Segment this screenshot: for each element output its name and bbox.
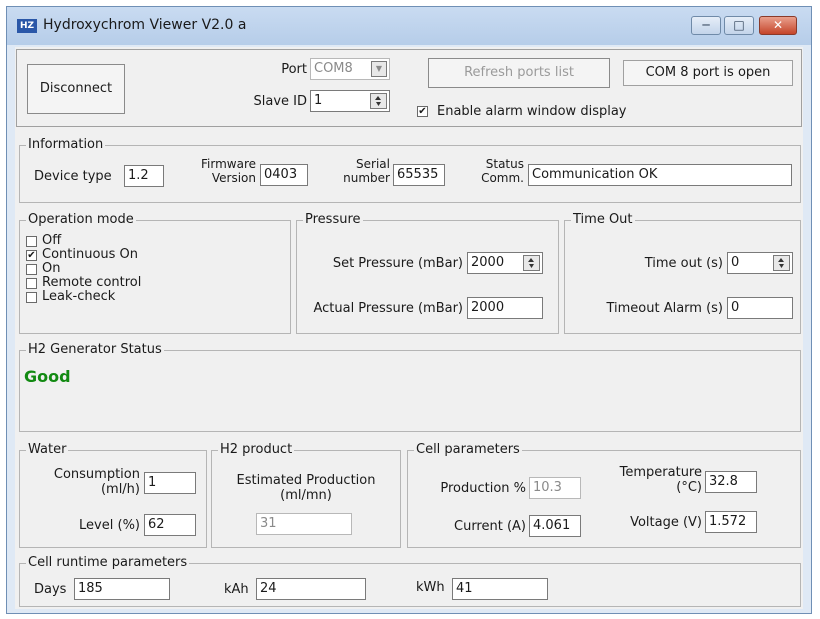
chevron-down-icon[interactable]: ▼ (371, 61, 387, 77)
mode-continuous-label: Continuous On (42, 247, 139, 262)
timeout-group: Time Out Time out (s) 0 Timeout Alarm (s… (564, 212, 801, 334)
close-button[interactable]: ✕ (759, 16, 797, 35)
actual-pressure-label: Actual Pressure (mBar) (313, 301, 463, 316)
status-comm-field[interactable]: Communication OK (528, 164, 792, 186)
set-pressure-input[interactable]: 2000 (467, 252, 543, 274)
spin-updown-icon[interactable] (370, 93, 387, 109)
port-select[interactable]: COM8 ▼ (310, 58, 390, 80)
timeout-value: 0 (731, 255, 740, 270)
runtime-title: Cell runtime parameters (26, 555, 190, 571)
port-label: Port (281, 62, 307, 77)
kwh-field[interactable]: 41 (452, 578, 548, 600)
mode-off-label: Off (42, 233, 62, 248)
production-field[interactable]: 10.3 (529, 477, 581, 499)
days-field[interactable]: 185 (74, 578, 170, 600)
operation-mode-group: Operation mode Off ✔ Continuous On On Re… (19, 212, 291, 334)
app-window: HZ Hydroxychrom Viewer V2.0 a ─ □ ✕ Disc… (6, 6, 812, 614)
check-icon: ✔ (418, 106, 427, 117)
title-bar[interactable]: HZ Hydroxychrom Viewer V2.0 a ─ □ ✕ (7, 7, 811, 45)
consumption-field[interactable]: 1 (144, 472, 196, 494)
runtime-group: Cell runtime parameters Days 185 kAh 24 … (19, 555, 801, 607)
timeout-alarm-field[interactable]: 0 (727, 297, 793, 319)
mode-on-checkbox[interactable] (26, 264, 37, 275)
information-title: Information (26, 137, 106, 153)
firmware-label-2: Version (211, 171, 256, 185)
kah-label: kAh (224, 582, 249, 597)
timeout-label: Time out (s) (644, 256, 723, 271)
generator-status-title: H2 Generator Status (26, 342, 164, 358)
information-group: Information Device type 1.2 Firmware Ver… (19, 137, 801, 203)
check-icon: ✔ (27, 250, 36, 261)
estimated-production-label-2: (ml/mn) (280, 488, 332, 503)
port-status-display: COM 8 port is open (623, 60, 793, 86)
spin-updown-icon[interactable] (523, 255, 540, 271)
alarm-label: Enable alarm window display (437, 104, 627, 119)
estimated-production-field[interactable]: 31 (256, 513, 352, 535)
actual-pressure-field[interactable]: 2000 (467, 297, 543, 319)
production-label: Production % (440, 481, 526, 496)
serial-label-1: Serial (356, 157, 390, 171)
kwh-label: kWh (416, 580, 445, 595)
connection-panel: Disconnect Port COM8 ▼ Slave ID 1 Refres… (16, 49, 802, 127)
window-title: Hydroxychrom Viewer V2.0 a (43, 17, 247, 33)
mode-remote-label: Remote control (42, 275, 142, 290)
slave-id-value: 1 (314, 93, 323, 108)
level-field[interactable]: 62 (144, 514, 196, 536)
water-group: Water Consumption (ml/h) 1 Level (%) 62 (19, 442, 207, 548)
app-icon: HZ (17, 19, 37, 33)
level-label: Level (%) (79, 518, 140, 533)
generator-status-group: H2 Generator Status Good (19, 342, 801, 432)
firmware-label-1: Firmware (201, 157, 256, 171)
temperature-label-2: (°C) (676, 480, 702, 495)
slave-id-input[interactable]: 1 (310, 90, 390, 112)
status-label-2: Comm. (481, 171, 524, 185)
h2-product-group: H2 product Estimated Production (ml/mn) … (211, 442, 401, 548)
spin-updown-icon[interactable] (773, 255, 790, 271)
client-area: Disconnect Port COM8 ▼ Slave ID 1 Refres… (15, 47, 803, 609)
timeout-title: Time Out (571, 212, 635, 228)
set-pressure-value: 2000 (471, 255, 505, 270)
mode-leak-checkbox[interactable] (26, 292, 37, 303)
pressure-title: Pressure (303, 212, 363, 228)
h2-product-title: H2 product (218, 442, 295, 458)
pressure-group: Pressure Set Pressure (mBar) 2000 Actual… (296, 212, 559, 334)
timeout-alarm-label: Timeout Alarm (s) (606, 301, 723, 316)
current-label: Current (A) (454, 519, 526, 534)
temperature-label-1: Temperature (619, 465, 702, 480)
timeout-input[interactable]: 0 (727, 252, 793, 274)
set-pressure-label: Set Pressure (mBar) (332, 256, 463, 271)
mode-continuous-checkbox[interactable]: ✔ (26, 250, 37, 261)
disconnect-button[interactable]: Disconnect (27, 64, 125, 114)
maximize-button[interactable]: □ (724, 16, 754, 35)
device-type-label: Device type (34, 169, 112, 184)
kah-field[interactable]: 24 (256, 578, 366, 600)
serial-field[interactable]: 65535 (393, 164, 445, 186)
water-title: Water (26, 442, 69, 458)
cell-parameters-title: Cell parameters (414, 442, 522, 458)
refresh-ports-button[interactable]: Refresh ports list (428, 58, 610, 88)
status-label-1: Status (485, 157, 524, 171)
mode-off-checkbox[interactable] (26, 236, 37, 247)
current-field[interactable]: 4.061 (529, 515, 581, 537)
temperature-field[interactable]: 32.8 (705, 471, 757, 493)
days-label: Days (34, 582, 67, 597)
firmware-field[interactable]: 0403 (260, 164, 308, 186)
operation-mode-title: Operation mode (26, 212, 136, 228)
mode-leak-label: Leak-check (42, 289, 116, 304)
cell-parameters-group: Cell parameters Production % 10.3 Curren… (407, 442, 801, 548)
consumption-label-2: (ml/h) (100, 482, 140, 497)
generator-status-value: Good (24, 367, 71, 386)
voltage-field[interactable]: 1.572 (705, 511, 757, 533)
estimated-production-label-1: Estimated Production (236, 473, 376, 488)
slave-id-label: Slave ID (253, 94, 308, 109)
serial-label-2: number (343, 171, 390, 185)
port-value: COM8 (314, 61, 353, 76)
consumption-label-1: Consumption (53, 467, 140, 482)
alarm-checkbox[interactable]: ✔ (417, 106, 428, 117)
minimize-button[interactable]: ─ (691, 16, 721, 35)
mode-remote-checkbox[interactable] (26, 278, 37, 289)
mode-on-label: On (42, 261, 61, 276)
device-type-field[interactable]: 1.2 (124, 165, 164, 187)
voltage-label: Voltage (V) (630, 515, 702, 530)
